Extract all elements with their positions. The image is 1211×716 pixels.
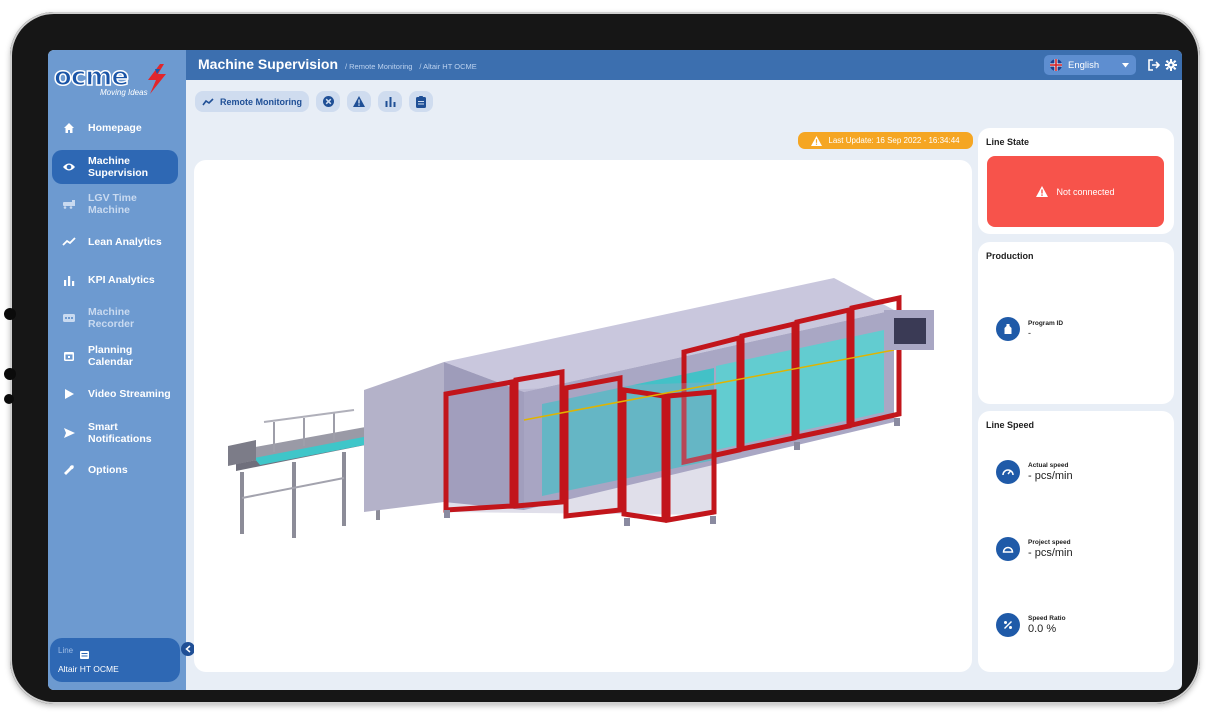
play-icon	[62, 387, 76, 401]
collapse-sidebar-button[interactable]	[181, 642, 195, 656]
sidebar-item-machine-recorder[interactable]: Machine Recorder	[52, 301, 178, 335]
sidebar-item-label: Machine Recorder	[88, 306, 135, 330]
project-speed-value: - pcs/min	[1028, 547, 1073, 559]
hardware-button	[4, 308, 16, 320]
home-icon	[62, 121, 76, 135]
sidebar-item-smart-notifications[interactable]: Smart Notifications	[52, 416, 178, 450]
logout-icon[interactable]	[1148, 59, 1160, 71]
flag-uk-icon	[1050, 59, 1062, 71]
speed-ratio-label: Speed Ratio	[1028, 615, 1066, 622]
sidebar-item-label: KPI Analytics	[88, 274, 155, 286]
app-screen: ocme Moving Ideas Homepage Machine Super…	[48, 50, 1182, 690]
machine-enclosure	[364, 278, 934, 526]
machine-3d-viewer[interactable]	[194, 160, 972, 672]
warning-icon	[1036, 186, 1049, 197]
line-state-title: Line State	[986, 137, 1030, 147]
breadcrumb-remote-monitoring[interactable]: / Remote Monitoring	[345, 62, 413, 71]
sidebar-item-label: Options	[88, 464, 128, 476]
line-card-icon	[80, 646, 89, 664]
sidebar-item-lgv-time-machine[interactable]: LGV Time Machine	[52, 187, 178, 221]
bolt-icon	[148, 64, 166, 94]
line-state-value: Not connected	[1056, 186, 1115, 197]
page-title: Machine Supervision / Remote Monitoring …	[198, 56, 477, 72]
clipboard-icon	[416, 95, 426, 108]
logo-tagline: Moving Ideas	[100, 88, 148, 97]
program-id-label: Program ID	[1028, 320, 1064, 327]
ocme-logo: ocme Moving Ideas	[48, 50, 186, 102]
machine-3d-model	[228, 278, 934, 538]
tablet-frame: ocme Moving Ideas Homepage Machine Super…	[4, 12, 1200, 704]
sidebar-item-label: Planning Calendar	[88, 344, 133, 368]
sidebar-item-label: Video Streaming	[88, 388, 171, 400]
line-selector[interactable]: Line Altair HT OCME	[50, 638, 180, 682]
last-update-badge: Last Update: 16 Sep 2022 - 16:34:44	[798, 132, 973, 149]
chevron-down-icon	[1122, 62, 1129, 68]
breadcrumb-line[interactable]: / Altair HT OCME	[419, 62, 476, 71]
warning-icon	[353, 96, 365, 107]
trend-icon	[62, 235, 76, 249]
bar-chart-icon	[385, 96, 395, 107]
line-label: Line	[58, 646, 74, 655]
production-card: Production Program ID -	[978, 242, 1174, 404]
gear-icon[interactable]	[1165, 59, 1177, 71]
eye-icon	[62, 160, 76, 174]
top-bar: Machine Supervision / Remote Monitoring …	[186, 50, 1182, 80]
sidebar-item-machine-supervision[interactable]: Machine Supervision	[52, 150, 178, 184]
calendar-icon	[62, 349, 76, 363]
recorder-icon	[62, 311, 76, 325]
alarms-close-button[interactable]	[316, 91, 340, 112]
sidebar-item-options[interactable]: Options	[52, 453, 178, 487]
close-circle-icon	[322, 96, 334, 107]
warnings-button[interactable]	[347, 91, 371, 112]
program-id-value: -	[1028, 328, 1031, 338]
chevron-left-icon	[185, 645, 191, 653]
sidebar-item-label: Lean Analytics	[88, 236, 162, 248]
language-select[interactable]: English	[1044, 55, 1136, 75]
line-speed-title: Line Speed	[986, 420, 1035, 430]
sidebar-item-label: Machine Supervision	[88, 155, 149, 179]
hardware-button	[4, 394, 14, 404]
actual-speed-label: Actual speed	[1028, 462, 1069, 469]
wrench-icon	[62, 463, 76, 477]
sidebar-item-planning-calendar[interactable]: Planning Calendar	[52, 339, 178, 373]
actual-speed-value: - pcs/min	[1028, 470, 1073, 482]
sidebar-item-lean-analytics[interactable]: Lean Analytics	[52, 225, 178, 259]
bar-chart-icon	[62, 273, 76, 287]
sidebar-item-label: Homepage	[88, 122, 142, 134]
line-state-alert: Not connected	[987, 156, 1164, 227]
language-label: English	[1068, 59, 1100, 71]
warning-icon	[811, 135, 823, 146]
send-icon	[62, 426, 76, 440]
remote-monitoring-tab[interactable]: Remote Monitoring	[195, 91, 309, 112]
trend-icon	[202, 97, 214, 106]
speed-ratio-value: 0.0 %	[1028, 623, 1057, 635]
project-speed-metric: Project speed - pcs/min	[996, 537, 1073, 561]
statistics-button[interactable]	[378, 91, 402, 112]
sidebar-item-label: Smart Notifications	[88, 421, 152, 445]
line-speed-card: Line Speed Actual speed - pcs/min Projec…	[978, 411, 1174, 672]
sidebar: ocme Moving Ideas Homepage Machine Super…	[48, 50, 186, 690]
line-value: Altair HT OCME	[58, 664, 119, 674]
program-id-metric: Program ID -	[996, 317, 1063, 341]
gauge-icon	[996, 537, 1020, 561]
speedometer-icon	[996, 460, 1020, 484]
percent-icon	[996, 613, 1020, 637]
report-button[interactable]	[409, 91, 433, 112]
project-speed-label: Project speed	[1028, 539, 1071, 546]
hardware-button	[4, 368, 16, 380]
last-update-text: Last Update: 16 Sep 2022 - 16:34:44	[828, 136, 960, 145]
sidebar-item-label: LGV Time Machine	[88, 192, 137, 216]
production-title: Production	[986, 251, 1034, 261]
sidebar-item-homepage[interactable]: Homepage	[52, 111, 178, 145]
line-state-card: Line State Not connected	[978, 128, 1174, 234]
page-title-text: Machine Supervision	[198, 56, 339, 72]
remote-monitoring-label: Remote Monitoring	[220, 96, 302, 107]
sidebar-item-kpi-analytics[interactable]: KPI Analytics	[52, 263, 178, 297]
bottle-icon	[996, 317, 1020, 341]
actual-speed-metric: Actual speed - pcs/min	[996, 460, 1073, 484]
sidebar-item-video-streaming[interactable]: Video Streaming	[52, 377, 178, 411]
lgv-icon	[62, 197, 76, 211]
speed-ratio-metric: Speed Ratio 0.0 %	[996, 613, 1066, 637]
